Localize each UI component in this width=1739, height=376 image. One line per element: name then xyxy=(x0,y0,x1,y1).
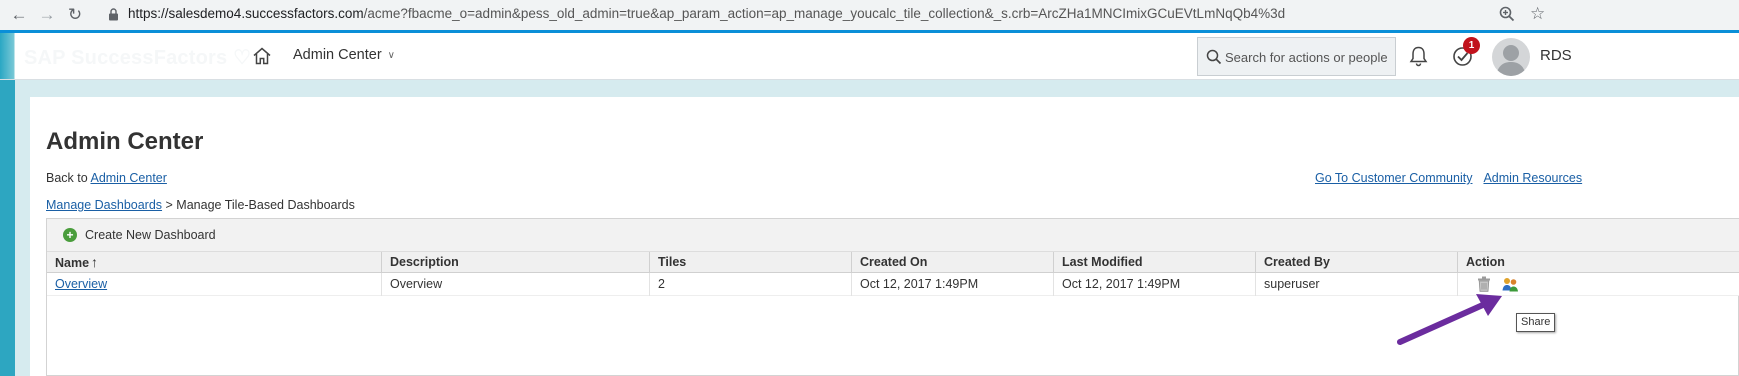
grid-header: Name ↑ Description Tiles Created On Last … xyxy=(47,252,1739,273)
cell-last-modified: Oct 12, 2017 1:49PM xyxy=(1054,273,1256,296)
create-new-dashboard-label: Create New Dashboard xyxy=(85,228,216,242)
customer-community-link[interactable]: Go To Customer Community xyxy=(1315,171,1472,185)
column-header-name[interactable]: Name ↑ xyxy=(47,252,382,273)
cell-description: Overview xyxy=(382,273,650,296)
back-arrow-icon[interactable]: ← xyxy=(8,4,30,26)
browser-toolbar: ← → ↻ https://salesdemo4.successfactors.… xyxy=(0,0,1739,30)
column-header-description[interactable]: Description xyxy=(382,252,650,273)
column-header-action: Action xyxy=(1466,255,1505,269)
url-path: /acme?fbacme_o=admin&pess_old_admin=true… xyxy=(363,6,1286,21)
sort-up-icon: ↑ xyxy=(91,254,99,270)
page-title: Admin Center xyxy=(46,128,204,155)
column-header-created-on[interactable]: Created On xyxy=(852,252,1054,273)
resource-links: Go To Customer Community Admin Resources xyxy=(1315,171,1593,185)
lock-icon xyxy=(109,8,118,21)
address-bar[interactable]: https://salesdemo4.successfactors.com/ac… xyxy=(98,1,1739,28)
dashboard-name-link[interactable]: Overview xyxy=(55,277,107,291)
grid-toolbar: + Create New Dashboard xyxy=(47,219,1739,252)
column-header-created-by[interactable]: Created By xyxy=(1256,252,1458,273)
create-new-dashboard-button[interactable]: + Create New Dashboard xyxy=(63,228,216,242)
todo-count-badge: 1 xyxy=(1463,37,1480,54)
avatar[interactable] xyxy=(1492,38,1530,76)
chevron-down-icon: ∨ xyxy=(387,50,395,61)
admin-resources-link[interactable]: Admin Resources xyxy=(1483,171,1582,185)
search-icon xyxy=(1206,49,1222,65)
reload-icon[interactable]: ↻ xyxy=(64,4,86,26)
breadcrumb-current: Manage Tile-Based Dashboards xyxy=(176,198,355,212)
app-header: SAP SuccessFactors ♡ Admin Center ∨ 1 RDS xyxy=(0,33,1739,80)
url-host: https://salesdemo4.successfactors.com xyxy=(128,6,364,21)
admin-center-menu[interactable]: Admin Center ∨ xyxy=(293,47,395,63)
breadcrumb-manage-dashboards[interactable]: Manage Dashboards xyxy=(46,198,162,212)
avatar-silhouette-icon xyxy=(1496,45,1526,76)
cell-tiles: 2 xyxy=(650,273,852,296)
user-name[interactable]: RDS xyxy=(1540,47,1572,64)
breadcrumb: Manage Dashboards > Manage Tile-Based Da… xyxy=(46,198,355,212)
left-accent-band xyxy=(0,80,15,376)
url-text: https://salesdemo4.successfactors.com/ac… xyxy=(128,6,1285,21)
breadcrumb-separator: > xyxy=(162,198,177,212)
zoom-icon[interactable] xyxy=(1498,5,1516,23)
home-icon[interactable] xyxy=(252,46,272,66)
logo-text: SAP SuccessFactors xyxy=(24,47,228,69)
back-link-line: Back to Admin Center xyxy=(46,171,167,185)
column-header-tiles[interactable]: Tiles xyxy=(650,252,852,273)
back-prefix: Back to xyxy=(46,171,91,185)
back-to-admin-center-link[interactable]: Admin Center xyxy=(90,171,166,185)
column-header-last-modified[interactable]: Last Modified xyxy=(1054,252,1256,273)
bell-icon[interactable] xyxy=(1408,45,1429,67)
star-icon[interactable]: ☆ xyxy=(1530,4,1545,24)
plus-icon: + xyxy=(63,228,77,242)
column-name-label: Name xyxy=(55,256,90,270)
sap-successfactors-logo[interactable]: SAP SuccessFactors ♡ xyxy=(24,45,251,70)
share-tooltip: Share xyxy=(1516,313,1556,332)
cell-name: Overview xyxy=(47,273,382,296)
search-box[interactable] xyxy=(1197,37,1396,76)
cell-created-on: Oct 12, 2017 1:49PM xyxy=(852,273,1054,296)
admin-center-menu-label: Admin Center xyxy=(293,47,382,63)
annotation-arrow-icon xyxy=(1397,294,1502,345)
search-input[interactable] xyxy=(1225,46,1393,68)
forward-arrow-icon[interactable]: → xyxy=(36,4,58,26)
